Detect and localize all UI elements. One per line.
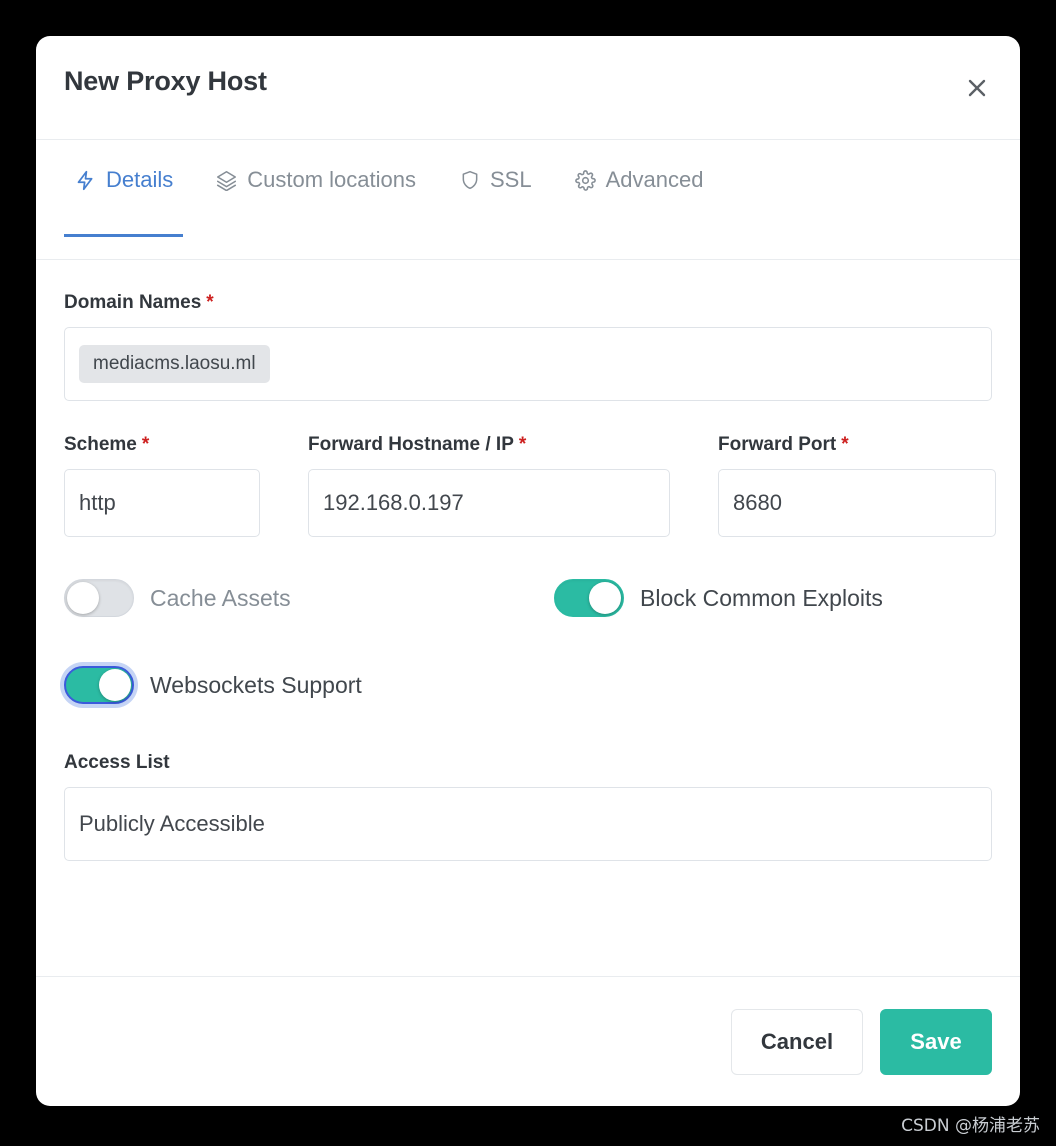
- page-title: New Proxy Host: [64, 66, 267, 96]
- block-common-exploits-label: Block Common Exploits: [640, 584, 883, 611]
- access-list-label: Access List: [64, 752, 170, 773]
- forward-port-input[interactable]: 8680: [718, 469, 996, 537]
- forward-hostname-input[interactable]: 192.168.0.197: [308, 469, 670, 537]
- tab-custom-locations-label: Custom locations: [247, 167, 416, 192]
- cache-assets-label: Cache Assets: [150, 584, 291, 611]
- block-common-exploits-switch[interactable]: [554, 579, 624, 617]
- websockets-support-toggle[interactable]: Websockets Support: [64, 666, 362, 704]
- new-proxy-host-dialog: New Proxy Host Details Custom locations …: [36, 36, 1020, 1106]
- access-list-value: Publicly Accessible: [79, 811, 265, 836]
- toggle-row-2: Websockets Support: [64, 658, 992, 712]
- access-list-field: Access List Publicly Accessible: [64, 752, 992, 861]
- forward-port-field: Forward Port * 8680: [718, 434, 996, 537]
- dialog-body: Domain Names * mediacms.laosu.ml Scheme …: [36, 260, 1020, 976]
- cancel-button[interactable]: Cancel: [731, 1008, 863, 1075]
- domain-tag[interactable]: mediacms.laosu.ml: [79, 345, 270, 383]
- forward-port-value: 8680: [733, 490, 782, 515]
- active-tab-indicator: [64, 234, 184, 237]
- layers-icon: [215, 166, 238, 194]
- tab-details[interactable]: Details: [64, 140, 184, 237]
- close-icon: [965, 76, 989, 100]
- domain-names-input[interactable]: mediacms.laosu.ml: [64, 327, 992, 401]
- required-marker: *: [141, 434, 150, 455]
- required-marker: *: [841, 434, 849, 455]
- access-list-select[interactable]: Publicly Accessible: [64, 787, 992, 861]
- domain-names-field: Domain Names * mediacms.laosu.ml: [64, 292, 992, 401]
- forward-port-label: Forward Port *: [718, 434, 849, 455]
- scheme-select[interactable]: http: [64, 469, 260, 537]
- forward-settings-row: Scheme * http Forward Hostname / IP * 19…: [64, 434, 996, 537]
- close-button[interactable]: [960, 71, 994, 105]
- forward-hostname-field: Forward Hostname / IP * 192.168.0.197: [308, 434, 670, 537]
- tab-ssl-label: SSL: [490, 167, 532, 192]
- switch-knob: [67, 582, 99, 614]
- watermark: CSDN @杨浦老苏: [901, 1116, 1040, 1136]
- block-common-exploits-toggle[interactable]: Block Common Exploits: [554, 579, 883, 617]
- required-marker: *: [518, 434, 527, 455]
- domain-names-label: Domain Names *: [64, 292, 214, 313]
- dialog-header: New Proxy Host: [36, 36, 1020, 140]
- shield-icon: [458, 166, 481, 194]
- forward-hostname-value: 192.168.0.197: [323, 490, 464, 515]
- websockets-support-switch[interactable]: [64, 666, 134, 704]
- scheme-field: Scheme * http: [64, 434, 260, 537]
- dialog-tabs: Details Custom locations SSL Advanced: [36, 140, 1020, 260]
- save-button[interactable]: Save: [880, 1008, 992, 1075]
- cache-assets-switch[interactable]: [64, 579, 134, 617]
- websockets-support-label: Websockets Support: [150, 671, 362, 698]
- toggle-group: Cache Assets Block Common Exploits Webso…: [64, 571, 992, 712]
- switch-knob: [589, 582, 621, 614]
- forward-hostname-label: Forward Hostname / IP *: [308, 434, 527, 455]
- toggle-row-1: Cache Assets Block Common Exploits: [64, 571, 992, 625]
- screen: New Proxy Host Details Custom locations …: [0, 0, 1056, 1146]
- switch-knob: [99, 669, 131, 701]
- lightning-bolt-icon: [74, 166, 97, 194]
- tab-details-label: Details: [106, 167, 174, 192]
- scheme-label: Scheme *: [64, 434, 150, 455]
- tab-custom-locations[interactable]: Custom locations: [205, 140, 426, 236]
- tab-advanced[interactable]: Advanced: [564, 140, 714, 236]
- dialog-footer: Cancel Save: [36, 976, 1020, 1106]
- gear-icon: [574, 166, 597, 194]
- cache-assets-toggle[interactable]: Cache Assets: [64, 579, 554, 617]
- scheme-value: http: [79, 490, 116, 515]
- tab-ssl[interactable]: SSL: [448, 140, 542, 236]
- required-marker: *: [206, 292, 214, 313]
- tab-advanced-label: Advanced: [605, 167, 704, 192]
